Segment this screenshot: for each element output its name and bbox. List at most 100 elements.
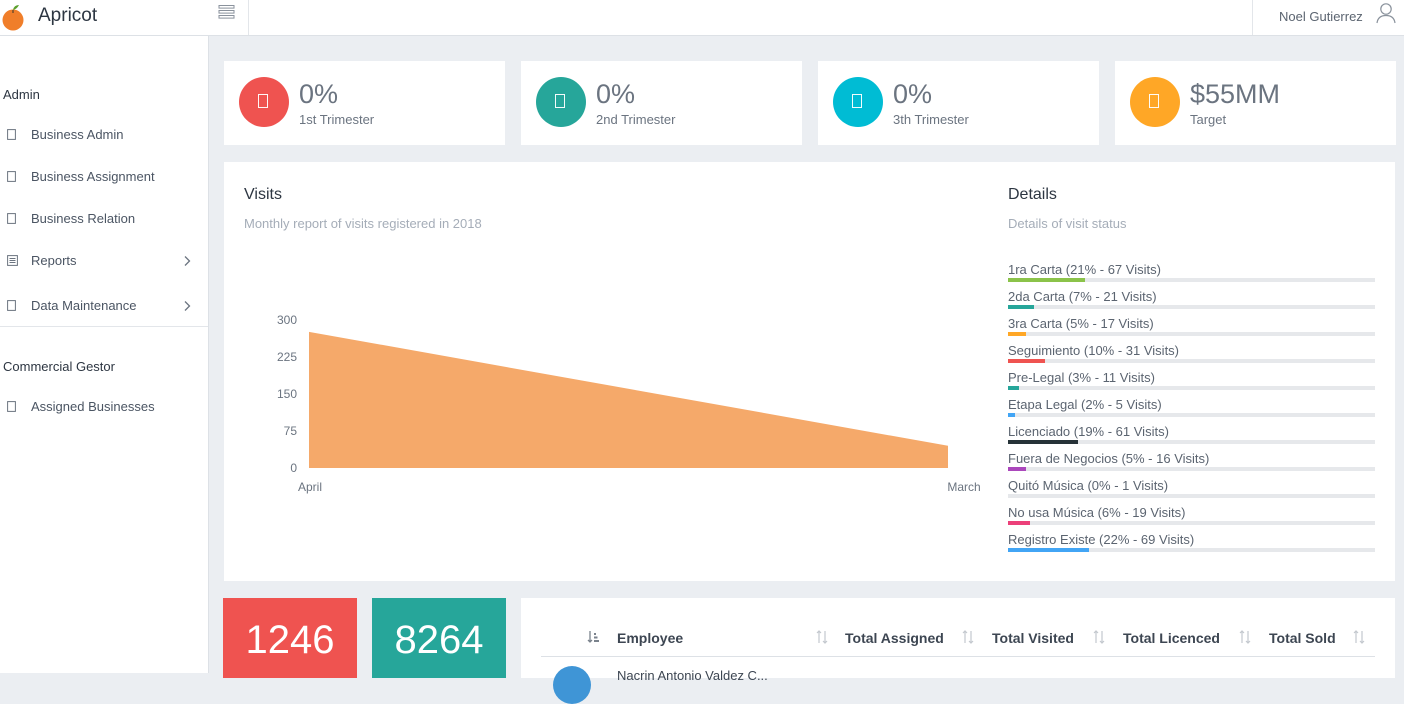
detail-progress-fill — [1008, 359, 1045, 363]
sidebar-item-label: Data Maintenance — [31, 298, 137, 313]
topbar-divider — [1252, 0, 1253, 35]
sidebar-item-business-assignment[interactable]: Business Assignment — [0, 165, 208, 193]
stat-value: 0% — [596, 79, 636, 109]
detail-progress-track — [1008, 440, 1375, 444]
detail-progress-track — [1008, 305, 1375, 309]
detail-label: Quitó Música (0% - 1 Visits) — [1008, 478, 1169, 493]
detail-label: Fuera de Negocios (5% - 16 Visits) — [1008, 451, 1210, 466]
stat-card-3th-trimester: 0% 3th Trimester — [818, 61, 1099, 145]
user-icon[interactable] — [1376, 2, 1396, 24]
sidebar-item-label: Reports — [31, 253, 77, 268]
detail-progress-track — [1008, 494, 1375, 498]
column-header-total-licenced[interactable]: Total Licenced — [1123, 630, 1220, 646]
total-value: 8264 — [394, 618, 484, 662]
y-tick-label: 300 — [277, 313, 297, 327]
detail-item: No usa Música (6% - 19 Visits) — [1008, 505, 1375, 529]
total-value: 1246 — [245, 618, 335, 662]
column-header-total-assigned[interactable]: Total Assigned — [845, 630, 944, 646]
detail-label: No usa Música (6% - 19 Visits) — [1008, 505, 1186, 520]
detail-label: 2da Carta (7% - 21 Visits) — [1008, 289, 1157, 304]
menu-toggle-icon[interactable] — [218, 4, 236, 20]
sort-icon[interactable] — [816, 630, 828, 644]
sidebar: Admin Business Admin Business Assignment… — [0, 36, 209, 673]
detail-label: Seguimiento (10% - 31 Visits) — [1008, 343, 1180, 358]
column-header-total-sold[interactable]: Total Sold — [1269, 630, 1336, 646]
detail-label: 1ra Carta (21% - 67 Visits) — [1008, 262, 1161, 277]
detail-progress-fill — [1008, 386, 1019, 390]
detail-progress-fill — [1008, 548, 1089, 552]
sort-icon[interactable] — [1353, 630, 1365, 644]
detail-progress-track — [1008, 521, 1375, 525]
avatar — [553, 666, 591, 704]
sidebar-item-data-maintenance[interactable]: Data Maintenance — [0, 294, 208, 322]
table-row-employee[interactable]: Nacrin Antonio Valdez C... — [617, 668, 768, 683]
sidebar-item-reports[interactable]: Reports — [0, 249, 208, 277]
table-header-divider — [541, 656, 1375, 657]
stat-icon — [239, 77, 289, 127]
column-header-total-visited[interactable]: Total Visited — [992, 630, 1074, 646]
sidebar-item-label: Business Admin — [31, 127, 124, 142]
y-tick-label: 150 — [277, 387, 297, 401]
detail-item: Pre-Legal (3% - 11 Visits) — [1008, 370, 1375, 394]
y-tick-label: 0 — [290, 461, 297, 475]
detail-progress-track — [1008, 413, 1375, 417]
sort-active-icon[interactable] — [587, 630, 599, 644]
detail-label: Registro Existe (22% - 69 Visits) — [1008, 532, 1195, 547]
user-name[interactable]: Noel Gutierrez — [1279, 9, 1363, 24]
detail-progress-track — [1008, 332, 1375, 336]
top-bar: Apricot Noel Gutierrez — [0, 0, 1404, 36]
detail-progress-track — [1008, 467, 1375, 471]
stat-card-target: $55MM Target — [1115, 61, 1396, 145]
detail-progress-fill — [1008, 305, 1034, 309]
detail-label: Licenciado (19% - 61 Visits) — [1008, 424, 1169, 439]
chevron-right-icon — [184, 301, 191, 311]
detail-item: 1ra Carta (21% - 67 Visits) — [1008, 262, 1375, 286]
detail-item: Licenciado (19% - 61 Visits) — [1008, 424, 1375, 448]
sort-icon[interactable] — [1093, 630, 1105, 644]
detail-label: Pre-Legal (3% - 11 Visits) — [1008, 370, 1155, 385]
details-title: Details — [1008, 186, 1057, 203]
chevron-right-icon — [184, 256, 191, 266]
visits-area-chart: 0 75 150 225 300 April March — [277, 313, 980, 494]
detail-progress-fill — [1008, 467, 1027, 471]
sidebar-item-assigned-businesses[interactable]: Assigned Businesses — [0, 395, 208, 423]
detail-progress-fill — [1008, 440, 1078, 444]
sidebar-item-label: Business Assignment — [31, 169, 155, 184]
x-tick-label: April — [298, 480, 322, 494]
sidebar-divider — [0, 326, 208, 327]
detail-label: Etapa Legal (2% - 5 Visits) — [1008, 397, 1162, 412]
file-icon — [7, 171, 16, 182]
detail-item: Fuera de Negocios (5% - 16 Visits) — [1008, 451, 1375, 475]
detail-item: 3ra Carta (5% - 17 Visits) — [1008, 316, 1375, 340]
detail-item: Etapa Legal (2% - 5 Visits) — [1008, 397, 1375, 421]
detail-progress-track — [1008, 386, 1375, 390]
sidebar-item-label: Business Relation — [31, 211, 136, 226]
detail-progress-fill — [1008, 278, 1086, 282]
sidebar-item-business-relation[interactable]: Business Relation — [0, 207, 208, 235]
file-icon — [7, 401, 16, 412]
sort-icon[interactable] — [1239, 630, 1251, 644]
sort-icon[interactable] — [962, 630, 974, 644]
visits-subtitle: Monthly report of visits registered in 2… — [244, 216, 482, 231]
detail-item: Registro Existe (22% - 69 Visits) — [1008, 532, 1375, 556]
detail-label: 3ra Carta (5% - 17 Visits) — [1008, 316, 1154, 331]
detail-item: 2da Carta (7% - 21 Visits) — [1008, 289, 1375, 313]
visits-area-series — [309, 331, 948, 468]
details-subtitle: Details of visit status — [1008, 216, 1127, 231]
stat-card-1st-trimester: 0% 1st Trimester — [224, 61, 505, 145]
total-box-1: 1246 — [223, 598, 357, 678]
sidebar-item-business-admin[interactable]: Business Admin — [0, 123, 208, 151]
column-header-employee[interactable]: Employee — [617, 630, 683, 646]
y-tick-label: 225 — [277, 350, 297, 364]
apricot-logo — [2, 5, 24, 31]
stat-value: 0% — [893, 79, 933, 109]
y-tick-label: 75 — [284, 424, 298, 438]
detail-item: Quitó Música (0% - 1 Visits) — [1008, 478, 1375, 502]
x-tick-label: March — [947, 480, 980, 494]
stat-label: 2nd Trimester — [596, 112, 676, 127]
stat-icon — [1130, 77, 1180, 127]
list-icon — [7, 255, 18, 266]
detail-progress-fill — [1008, 413, 1016, 417]
detail-progress-fill — [1008, 521, 1031, 525]
detail-item: Seguimiento (10% - 31 Visits) — [1008, 343, 1375, 367]
